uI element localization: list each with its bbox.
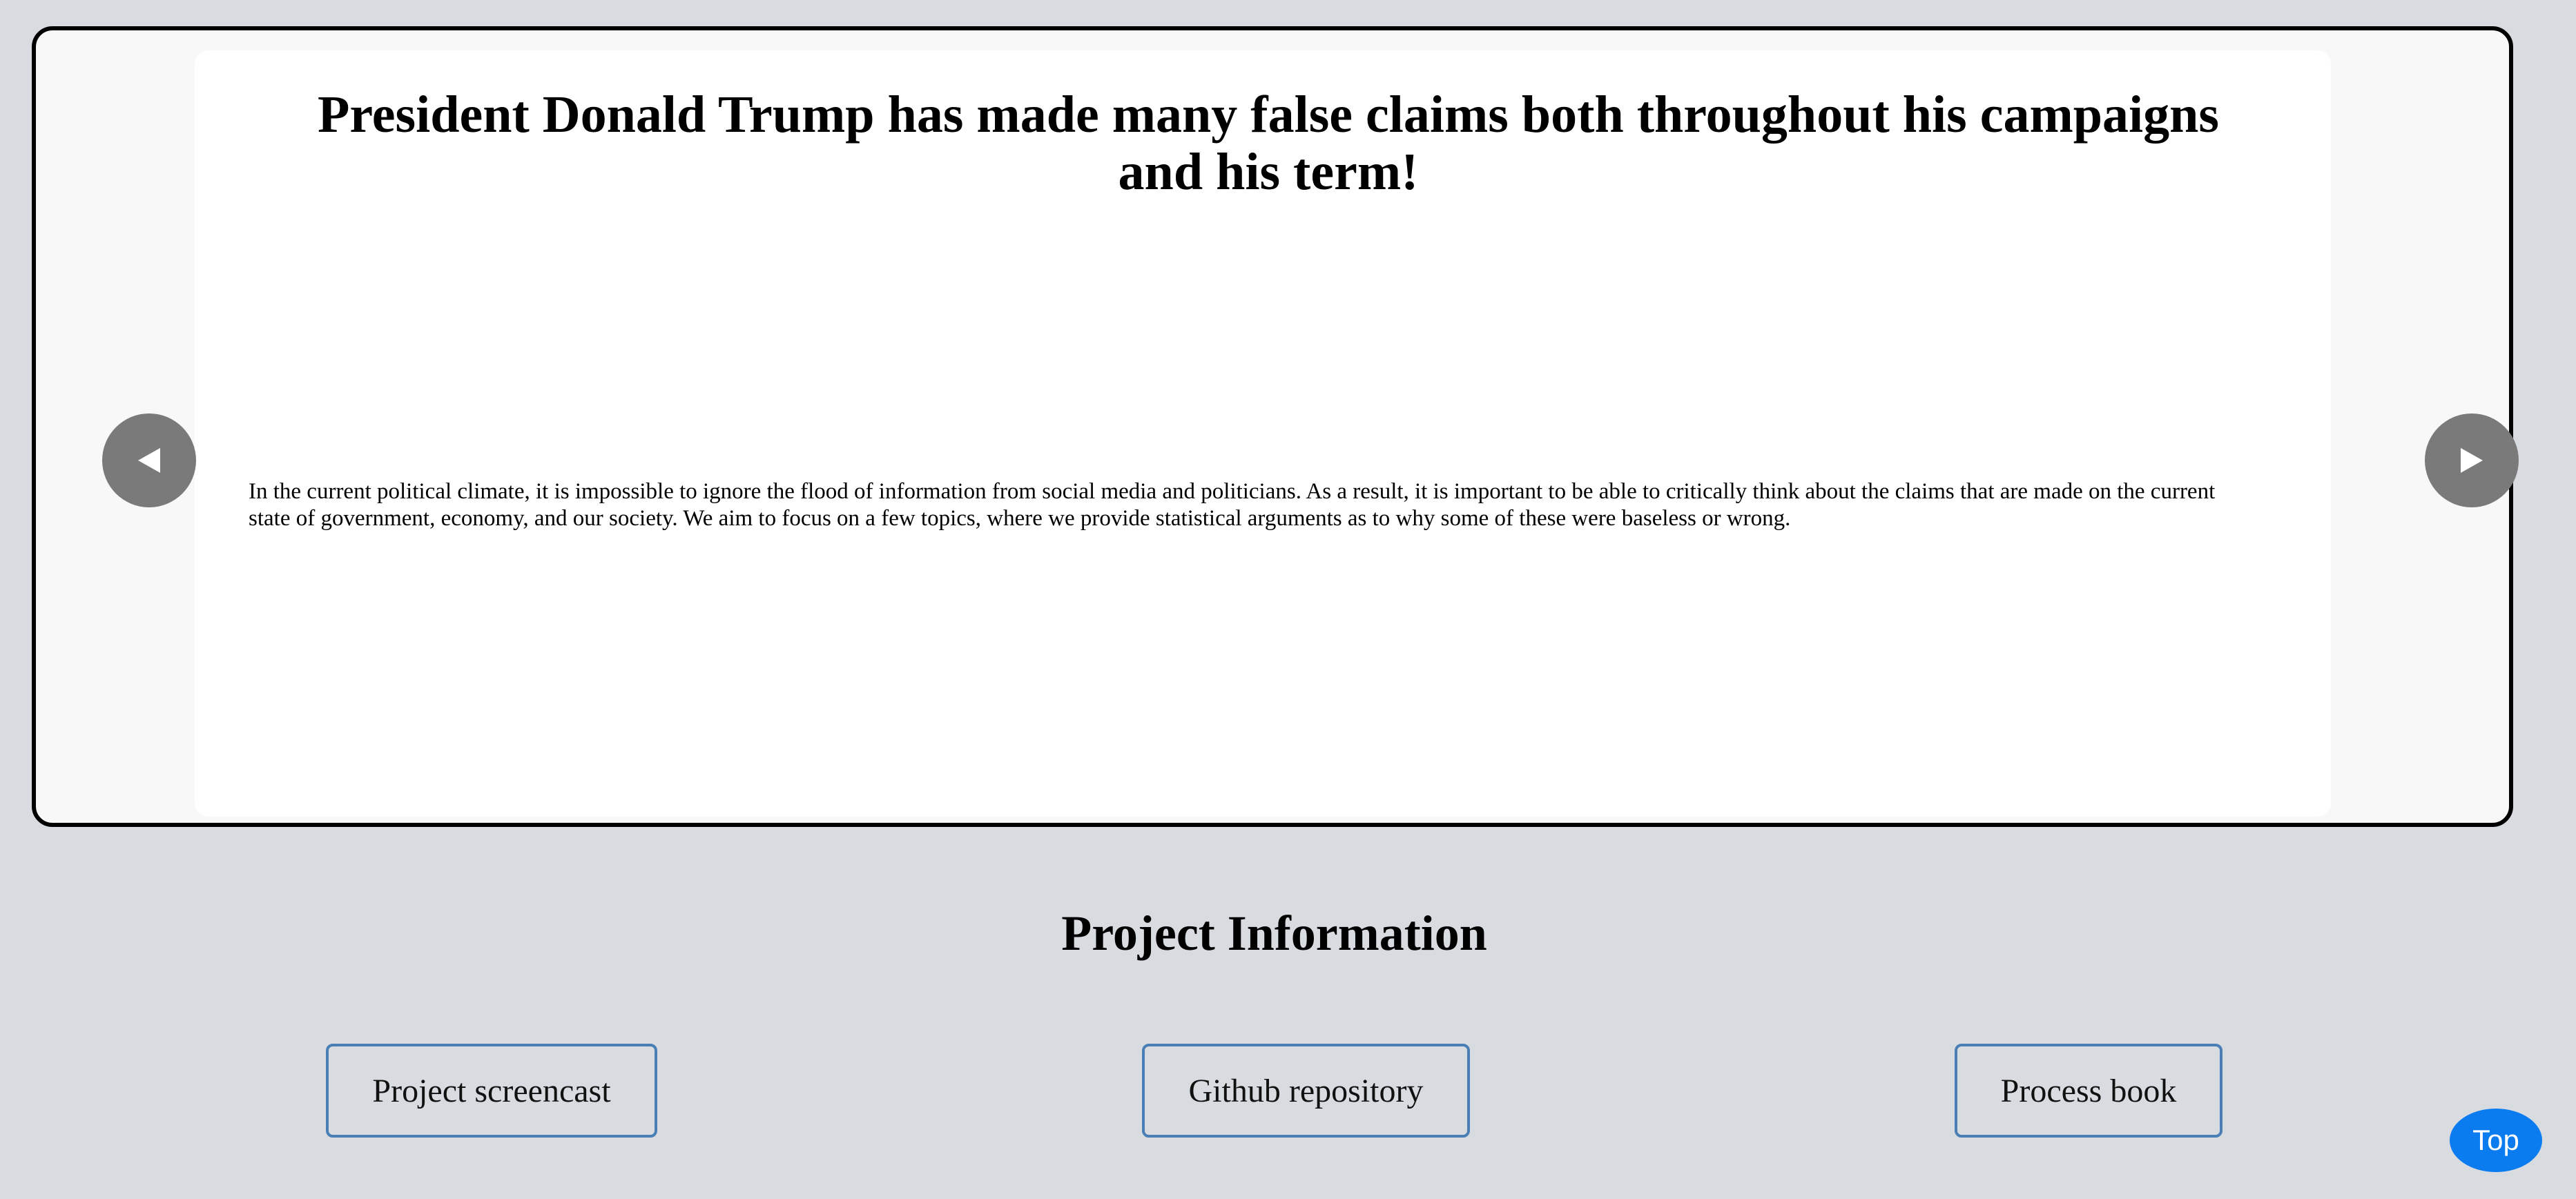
previous-slide-button[interactable]: [102, 413, 196, 507]
slide-card: President Donald Trump has made many fal…: [195, 50, 2331, 817]
slide-title: President Donald Trump has made many fal…: [318, 86, 2219, 201]
slide-body-text: In the current political climate, it is …: [249, 479, 2216, 531]
scroll-to-top-button[interactable]: Top: [2450, 1109, 2542, 1172]
project-screencast-button[interactable]: Project screencast: [326, 1044, 657, 1138]
triangle-left-icon: [138, 448, 160, 473]
triangle-right-icon: [2461, 448, 2483, 473]
process-book-button[interactable]: Process book: [1955, 1044, 2222, 1138]
project-information-heading: Project Information: [1061, 906, 1487, 961]
next-slide-button[interactable]: [2425, 413, 2519, 507]
github-repository-button[interactable]: Github repository: [1142, 1044, 1470, 1138]
slide-carousel: President Donald Trump has made many fal…: [32, 26, 2519, 827]
